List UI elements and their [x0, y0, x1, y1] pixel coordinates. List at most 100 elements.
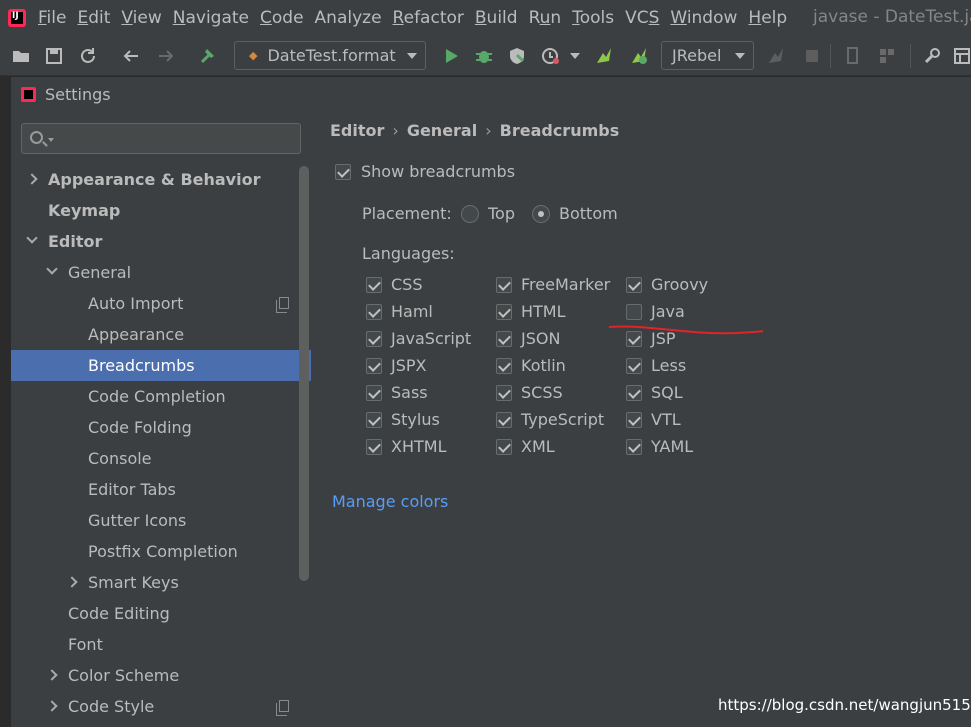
jrebel-run-icon[interactable]: [594, 46, 614, 66]
open-folder-icon[interactable]: [11, 46, 31, 66]
tree-item-editor-tabs[interactable]: Editor Tabs: [11, 474, 311, 505]
placement-top-label[interactable]: Top: [488, 204, 515, 223]
debug-bug-icon[interactable]: [474, 46, 494, 66]
tree-item-breadcrumbs[interactable]: Breadcrumbs: [11, 350, 311, 381]
language-xhtml-checkbox[interactable]: [366, 439, 382, 455]
chevron-down-icon[interactable]: [46, 263, 58, 275]
back-arrow-icon[interactable]: [121, 46, 141, 66]
tree-item-console[interactable]: Console: [11, 443, 311, 474]
tree-item-smart-keys[interactable]: Smart Keys: [11, 567, 311, 598]
language-html-checkbox[interactable]: [496, 304, 512, 320]
language-jspx-label[interactable]: JSPX: [391, 356, 426, 375]
language-freemarker-label[interactable]: FreeMarker: [521, 275, 610, 294]
language-jspx-checkbox[interactable]: [366, 358, 382, 374]
tree-item-appearance[interactable]: Appearance: [11, 319, 311, 350]
save-icon[interactable]: [44, 46, 64, 66]
search-options-chevron-icon[interactable]: [48, 138, 54, 142]
tree-item-code-style[interactable]: Code Style: [11, 691, 311, 722]
tree-item-keymap[interactable]: Keymap: [11, 195, 311, 226]
language-stylus-label[interactable]: Stylus: [391, 410, 440, 429]
language-vtl-checkbox[interactable]: [626, 412, 642, 428]
build-hammer-icon[interactable]: [198, 46, 218, 66]
language-yaml-checkbox[interactable]: [626, 439, 642, 455]
language-sql-checkbox[interactable]: [626, 385, 642, 401]
language-xhtml-label[interactable]: XHTML: [391, 437, 446, 456]
tree-item-font[interactable]: Font: [11, 629, 311, 660]
language-groovy-checkbox[interactable]: [626, 277, 642, 293]
menu-vcs[interactable]: VCS: [625, 8, 659, 28]
language-java-label[interactable]: Java: [651, 302, 685, 321]
run-icon[interactable]: [441, 46, 461, 66]
run-config-dropdown[interactable]: ◆ DateTest.format: [234, 41, 426, 70]
language-javascript-checkbox[interactable]: [366, 331, 382, 347]
tree-item-general[interactable]: General: [11, 257, 311, 288]
menu-analyze[interactable]: Analyze: [315, 8, 382, 28]
manage-colors-link[interactable]: Manage colors: [332, 492, 448, 511]
language-scss-label[interactable]: SCSS: [521, 383, 563, 402]
profile-clock-icon[interactable]: [541, 46, 561, 66]
menu-help[interactable]: Help: [748, 8, 787, 28]
project-structure-icon[interactable]: [952, 46, 971, 66]
tree-item-code-editing[interactable]: Code Editing: [11, 598, 311, 629]
language-css-checkbox[interactable]: [366, 277, 382, 293]
tree-item-auto-import[interactable]: Auto Import: [11, 288, 311, 319]
language-haml-label[interactable]: Haml: [391, 302, 433, 321]
menu-build[interactable]: Build: [475, 8, 518, 28]
language-typescript-checkbox[interactable]: [496, 412, 512, 428]
settings-search-input[interactable]: [21, 123, 301, 154]
placement-bottom-label[interactable]: Bottom: [559, 204, 618, 223]
tree-item-editor[interactable]: Editor: [11, 226, 311, 257]
menu-code[interactable]: Code: [260, 8, 304, 28]
language-javascript-label[interactable]: JavaScript: [391, 329, 471, 348]
language-xml-label[interactable]: XML: [521, 437, 555, 456]
jrebel-dropdown[interactable]: JRebel: [661, 41, 754, 70]
wrench-settings-icon[interactable]: [922, 46, 942, 66]
tree-item-code-completion[interactable]: Code Completion: [11, 381, 311, 412]
placement-top-radio[interactable]: [461, 205, 479, 223]
run-options-chevron-icon[interactable]: [570, 53, 580, 59]
chevron-right-icon[interactable]: [46, 700, 58, 712]
language-kotlin-checkbox[interactable]: [496, 358, 512, 374]
language-haml-checkbox[interactable]: [366, 304, 382, 320]
language-stylus-checkbox[interactable]: [366, 412, 382, 428]
tree-item-appearance-behavior[interactable]: Appearance & Behavior: [11, 164, 311, 195]
language-vtl-label[interactable]: VTL: [651, 410, 681, 429]
menu-run[interactable]: Run: [529, 8, 562, 28]
language-sass-label[interactable]: Sass: [391, 383, 428, 402]
jrebel-debug-icon[interactable]: [629, 46, 649, 66]
language-html-label[interactable]: HTML: [521, 302, 566, 321]
show-breadcrumbs-checkbox[interactable]: [335, 164, 351, 180]
chevron-right-icon[interactable]: [26, 173, 38, 185]
menu-window[interactable]: Window: [670, 8, 737, 28]
placement-bottom-radio[interactable]: [532, 205, 550, 223]
menu-view[interactable]: View: [121, 8, 161, 28]
language-yaml-label[interactable]: YAML: [651, 437, 693, 456]
language-json-label[interactable]: JSON: [521, 329, 560, 348]
language-java-checkbox[interactable]: [626, 304, 642, 320]
language-xml-checkbox[interactable]: [496, 439, 512, 455]
tree-item-code-folding[interactable]: Code Folding: [11, 412, 311, 443]
chevron-right-icon[interactable]: [46, 669, 58, 681]
language-typescript-label[interactable]: TypeScript: [521, 410, 604, 429]
menu-refactor[interactable]: Refactor: [393, 8, 464, 28]
language-kotlin-label[interactable]: Kotlin: [521, 356, 566, 375]
sync-icon[interactable]: [78, 46, 98, 66]
language-freemarker-checkbox[interactable]: [496, 277, 512, 293]
language-json-checkbox[interactable]: [496, 331, 512, 347]
language-less-checkbox[interactable]: [626, 358, 642, 374]
language-css-label[interactable]: CSS: [391, 275, 422, 294]
language-less-label[interactable]: Less: [651, 356, 686, 375]
tree-item-gutter-icons[interactable]: Gutter Icons: [11, 505, 311, 536]
language-sass-checkbox[interactable]: [366, 385, 382, 401]
menu-file[interactable]: File: [38, 8, 66, 28]
menu-edit[interactable]: Edit: [77, 8, 110, 28]
language-sql-label[interactable]: SQL: [651, 383, 683, 402]
tree-item-color-scheme[interactable]: Color Scheme: [11, 660, 311, 691]
language-groovy-label[interactable]: Groovy: [651, 275, 708, 294]
chevron-down-icon[interactable]: [26, 232, 38, 244]
breadcrumb-general[interactable]: General: [407, 121, 477, 140]
forward-arrow-icon[interactable]: [156, 46, 176, 66]
menu-navigate[interactable]: Navigate: [173, 8, 249, 28]
sidebar-scrollbar[interactable]: [299, 166, 309, 581]
tree-item-postfix-completion[interactable]: Postfix Completion: [11, 536, 311, 567]
